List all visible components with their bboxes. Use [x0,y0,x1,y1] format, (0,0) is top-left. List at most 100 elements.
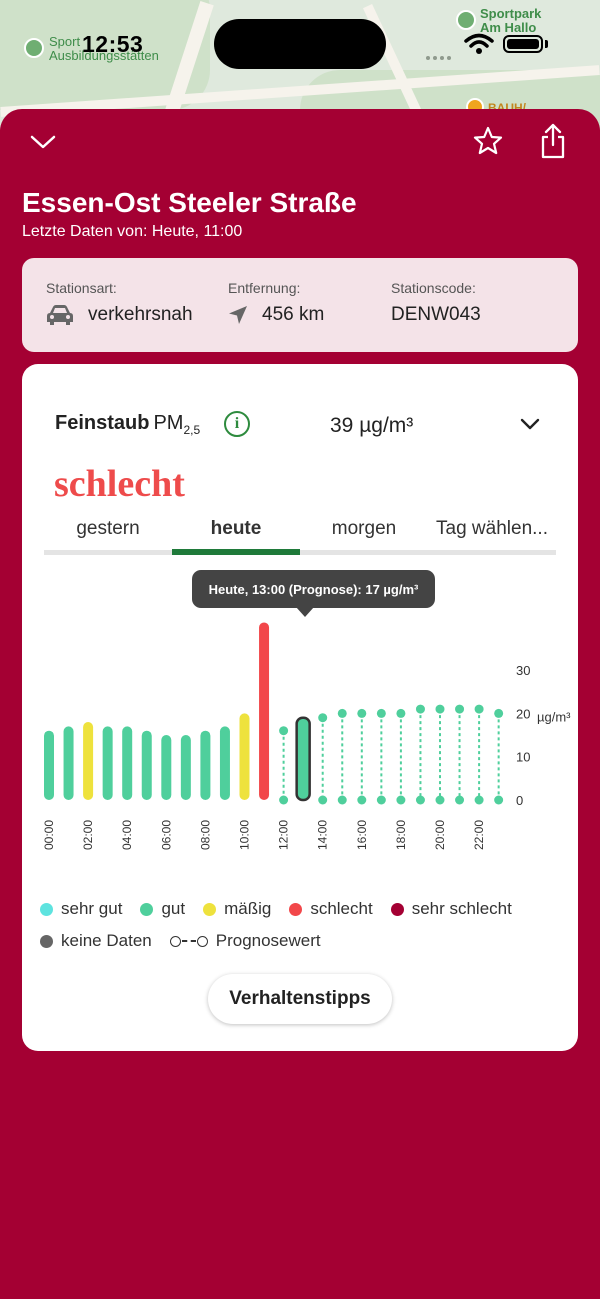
measurement-card: Feinstaub PM2,5 i 39 µg/m³ schlecht geste… [22,364,578,1051]
forecast-point-base [474,795,484,805]
x-tick-label: 06:00 [159,820,173,850]
chart-tooltip: Heute, 13:00 (Prognose): 17 µg/m³ [192,570,435,608]
forecast-point-top [396,708,406,718]
x-tick-label: 08:00 [198,820,212,850]
legend-prognosewert: Prognosewert [169,931,321,951]
battery-tip [545,40,548,48]
chevron-down-icon [30,135,56,149]
legend-dot [40,934,53,948]
chevron-down-icon [520,418,540,430]
legend-gut: gut [140,899,185,919]
tab-morgen[interactable]: morgen [300,514,428,552]
map-label-sport: Sport [49,34,81,49]
info-icon[interactable]: i [224,411,250,437]
forecast-point-top [455,704,465,714]
forecast-point-top [318,713,328,723]
forecast-point-base [435,795,445,805]
y-tick-label: 30 [516,663,530,678]
x-tick-label: 18:00 [394,820,408,850]
tab-gestern[interactable]: gestern [44,514,172,552]
y-tick-label: 20 [516,706,530,721]
x-tick-label: 04:00 [120,820,134,850]
signal-dots-icon [426,47,456,60]
x-tick-label: 12:00 [277,820,291,850]
forecast-point-top [474,704,484,714]
y-tick-label: 10 [516,750,530,765]
x-tick-label: 14:00 [316,820,330,850]
legend-dot [203,902,217,916]
forecast-point-top [415,704,425,714]
pollutant-name: Feinstaub [55,412,150,434]
distance-label: Entfernung: [228,280,301,296]
chart-bar[interactable] [239,713,250,800]
collapse-button[interactable] [26,127,60,157]
pm-label: PM [153,412,184,434]
forecast-point-base [279,795,289,805]
sportpark-pin-icon[interactable] [456,10,476,30]
y-unit-label: µg/m³ [537,709,571,724]
last-data-label: Letzte Daten von: Heute, 11:00 [22,223,243,240]
y-tick-label: 0 [516,793,523,808]
chart-legend: sehr gut gut mäßig schlecht sehr schlech… [40,894,560,958]
legend-dot [390,902,404,916]
share-button[interactable] [536,121,570,161]
forecast-point-base [494,795,504,805]
chart-bar[interactable] [63,726,74,800]
forecast-point-base [455,795,465,805]
share-icon [541,123,565,159]
tabs-underline [44,550,556,555]
forecast-symbol-icon [169,935,208,947]
chart-bar[interactable] [44,730,54,800]
x-tick-label: 10:00 [238,820,252,850]
legend-dot [289,902,303,916]
chart-bar[interactable] [83,722,94,800]
pollutant-selector[interactable]: Feinstaub PM2,5 [55,412,200,437]
tab-tag-waehlen[interactable]: Tag wählen... [428,514,556,552]
station-info-card: Stationsart: verkehrsnah Entfernung: 456… [22,258,578,352]
tab-active-indicator [172,549,300,555]
x-tick-label: 02:00 [81,820,95,850]
station-sheet: Essen-Ost Steeler Straße Letzte Daten vo… [0,109,600,1299]
forecast-point-base [337,795,347,805]
station-code-value: DENW043 [391,304,481,325]
current-value: 39 µg/m³ [330,414,414,437]
legend-sehr-gut: sehr gut [40,899,122,919]
favorite-button[interactable] [470,123,506,159]
pm-subscript: 2,5 [183,423,201,437]
chart-bar[interactable] [102,726,113,800]
chart-bar[interactable] [259,622,270,800]
day-tabs: gestern heute morgen Tag wählen... [44,514,556,558]
legend-keine-daten: keine Daten [40,931,152,951]
x-tick-label: 20:00 [433,820,447,850]
forecast-point-base [376,795,386,805]
forecast-point-base [415,795,425,805]
hourly-chart[interactable]: 30 20 10 0 µg/m³ 00:00 02:00 04:00 06:00 08:00 10:… [22,614,578,874]
chart-bar-selected[interactable] [295,716,311,802]
forecast-point-base [318,795,328,805]
location-arrow-icon [229,306,247,324]
forecast-point-top [337,708,347,718]
legend-sehr-schlecht: sehr schlecht [390,899,512,919]
tab-heute[interactable]: heute [172,514,300,552]
sport-pin-icon[interactable] [24,38,44,58]
chart-bar[interactable] [200,730,211,800]
legend-dot [40,902,53,916]
map-label-sportpark: Sportpark [480,6,542,21]
tips-button[interactable]: Verhaltenstipps [208,974,392,1024]
dynamic-island [214,19,386,69]
chart-bar[interactable] [180,735,191,800]
forecast-point-top [435,704,445,714]
pollutant-dropdown-button[interactable] [520,418,540,436]
battery-icon [503,35,543,53]
forecast-point-base [357,795,367,805]
distance-value: 456 km [262,304,325,325]
x-tick-label: 22:00 [472,820,486,850]
star-icon [473,126,503,155]
station-code-label: Stationscode: [391,280,476,296]
chart-bar[interactable] [122,726,133,800]
chart-bar[interactable] [141,730,152,800]
chart-bar[interactable] [161,735,172,800]
chart-bar[interactable] [219,726,230,800]
x-tick-label: 16:00 [355,820,369,850]
station-type-value: verkehrsnah [88,304,193,325]
